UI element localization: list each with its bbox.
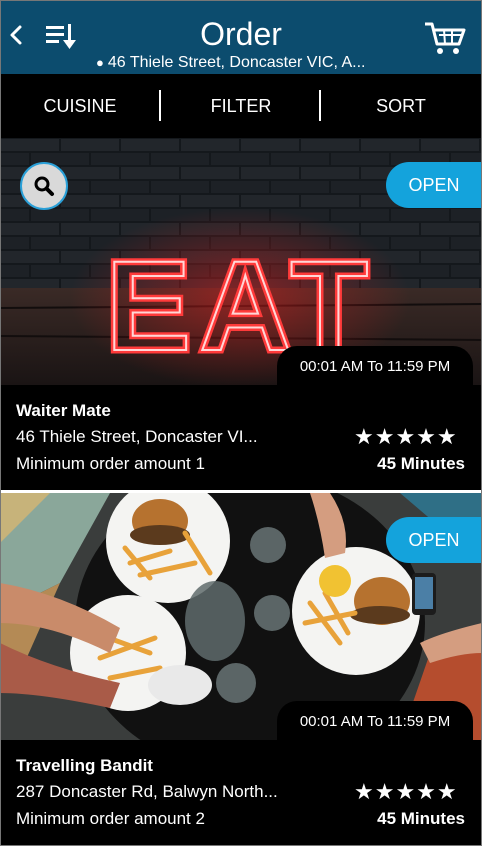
restaurant-name: Travelling Bandit	[16, 756, 153, 775]
search-icon	[34, 176, 54, 196]
opening-hours: 00:01 AM To 11:59 PM	[277, 346, 473, 386]
restaurant-info: Waiter Mate 46 Thiele Street, Doncaster …	[0, 385, 482, 491]
app-header: Order ● 46 Thiele Street, Doncaster VIC, …	[0, 0, 482, 74]
star-rating: ★★★★★	[354, 779, 458, 804]
tab-filter[interactable]: FILTER	[161, 74, 321, 138]
delivery-time: 45 Minutes	[377, 454, 465, 473]
open-status-badge: OPEN	[386, 162, 482, 208]
cart-icon[interactable]	[422, 18, 468, 58]
delivery-address[interactable]: ● 46 Thiele Street, Doncaster VIC, A...	[96, 53, 386, 73]
minimum-order: Minimum order amount 2	[16, 809, 205, 828]
search-button[interactable]	[20, 162, 68, 210]
delivery-time: 45 Minutes	[377, 809, 465, 828]
delivery-address-text: 46 Thiele Street, Doncaster VIC, A...	[107, 54, 366, 71]
restaurant-address: 287 Doncaster Rd, Balwyn North...	[16, 782, 278, 801]
filter-tab-bar: CUISINE FILTER SORT	[0, 74, 482, 138]
tab-sort[interactable]: SORT	[321, 74, 481, 138]
location-pin-icon: ●	[96, 55, 104, 70]
restaurant-info: Travelling Bandit 287 Doncaster Rd, Balw…	[0, 740, 482, 846]
restaurant-card[interactable]: EAT EAT OPEN 00:01 AM To 11:59 PM Waiter…	[0, 138, 482, 491]
page-title: Order	[200, 16, 282, 52]
opening-hours: 00:01 AM To 11:59 PM	[277, 701, 473, 741]
restaurant-name: Waiter Mate	[16, 401, 111, 420]
restaurant-card[interactable]: OPEN 00:01 AM To 11:59 PM Travelling Ban…	[0, 493, 482, 846]
star-rating: ★★★★★	[354, 424, 458, 449]
tab-cuisine[interactable]: CUISINE	[0, 74, 160, 138]
restaurant-address: 46 Thiele Street, Doncaster VI...	[16, 427, 258, 446]
open-status-badge: OPEN	[386, 517, 482, 563]
minimum-order: Minimum order amount 1	[16, 454, 205, 473]
